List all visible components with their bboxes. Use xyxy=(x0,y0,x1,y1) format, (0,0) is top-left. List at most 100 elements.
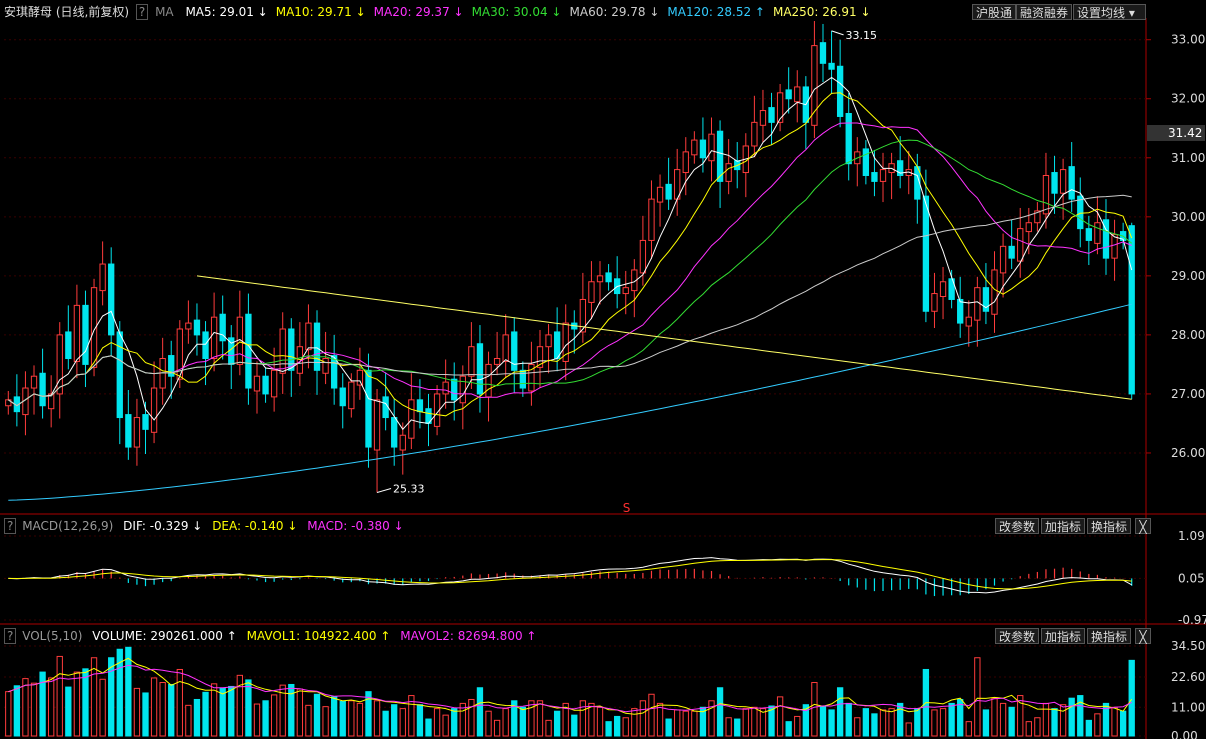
price-tick-label: 28.00 xyxy=(1171,328,1205,342)
help-icon[interactable]: ? xyxy=(135,4,149,20)
volume-bar xyxy=(1094,713,1101,737)
ma-legend-item: MA10: 29.71 ↓ xyxy=(275,5,366,19)
margin-trade-button[interactable]: 融资融券 xyxy=(1016,4,1073,20)
candle-body xyxy=(82,304,89,365)
candle-body xyxy=(1111,234,1118,259)
macd-add-indicator-button[interactable]: 加指标 xyxy=(1041,518,1086,534)
candle-body xyxy=(553,331,561,360)
volume-bar xyxy=(888,708,895,737)
volume-bar xyxy=(99,678,106,737)
set-ma-button[interactable]: 设置均线 ▾ xyxy=(1073,4,1146,20)
candle-body xyxy=(1094,222,1101,244)
volume-bar xyxy=(382,710,389,737)
candle-body xyxy=(1017,228,1024,262)
vol-mavol2: MAVOL2: 82694.800 xyxy=(400,629,523,643)
volume-bar xyxy=(433,708,441,737)
candle-body xyxy=(305,322,312,351)
macd-value: MACD: -0.380 xyxy=(307,519,390,533)
volume-bar xyxy=(270,694,278,737)
candle-body xyxy=(279,328,286,374)
volume-bar xyxy=(897,702,904,737)
vol-header: ? VOL(5,10) VOLUME: 290261.000 ↑ MAVOL1:… xyxy=(4,627,536,645)
candle-body xyxy=(476,343,484,395)
volume-bar xyxy=(399,708,406,737)
candle-body xyxy=(794,86,801,103)
volume-bar xyxy=(785,721,792,737)
volume-bar xyxy=(502,708,509,737)
candle-body xyxy=(468,346,475,377)
candle-body xyxy=(451,378,458,401)
volume-bar xyxy=(416,704,424,737)
candle-body xyxy=(1008,245,1015,259)
candle-body xyxy=(416,399,424,413)
macd-close-icon[interactable]: ╳ xyxy=(1135,518,1151,534)
candle-body xyxy=(1077,195,1084,230)
macd-params-button[interactable]: 改参数 xyxy=(995,518,1040,534)
price-tick-label: 26.00 xyxy=(1171,446,1205,460)
volume-bar xyxy=(1008,706,1015,737)
candle-body xyxy=(759,110,767,126)
volume-bar xyxy=(108,657,115,737)
candle-body xyxy=(991,269,998,315)
volume-bar xyxy=(819,705,827,737)
candle-body xyxy=(202,331,209,360)
candle-body xyxy=(485,363,492,398)
vol-switch-indicator-button[interactable]: 换指标 xyxy=(1087,628,1132,644)
candle-body xyxy=(65,331,72,360)
volume-bar xyxy=(485,710,492,737)
main-header: 安琪酵母 (日线,前复权) ? MA MA5: 29.01 ↓ MA10: 29.… xyxy=(4,3,871,21)
volume-bar xyxy=(142,692,149,737)
candle-body xyxy=(373,399,381,451)
candle-body xyxy=(193,319,201,336)
vol-mavol2-arrow: ↑ xyxy=(526,629,537,643)
volume-bar xyxy=(22,678,29,737)
candle-body xyxy=(502,334,509,362)
candle-body xyxy=(596,275,604,283)
hgt-button[interactable]: 沪股通 xyxy=(972,4,1017,20)
candle-body xyxy=(648,198,655,241)
candle-body xyxy=(725,163,732,182)
candle-body xyxy=(142,414,149,430)
candle-body xyxy=(1059,169,1067,194)
low-marker-line xyxy=(376,488,392,493)
volume-bar xyxy=(168,683,175,737)
candle-body xyxy=(1042,174,1050,215)
candle-body xyxy=(639,239,647,274)
ma-legend-item: MA120: 28.52 ↑ xyxy=(667,5,765,19)
macd-help-icon[interactable]: ? xyxy=(4,518,17,534)
candle-body xyxy=(1025,222,1032,233)
volume-bar xyxy=(219,687,226,737)
candle-body xyxy=(622,287,629,295)
vol-close-icon[interactable]: ╳ xyxy=(1135,628,1151,644)
vol-tick-label: 0.00 xyxy=(1171,729,1198,739)
volume-bar xyxy=(1042,702,1050,737)
candle-body xyxy=(408,399,415,439)
candle-body xyxy=(253,375,261,392)
candle-body xyxy=(245,313,252,389)
candle-body xyxy=(708,133,715,162)
macd-tick-label: -0.97 xyxy=(1178,613,1206,627)
volume-bar xyxy=(356,702,364,737)
volume-bar xyxy=(751,706,758,737)
macd-switch-indicator-button[interactable]: 换指标 xyxy=(1087,518,1132,534)
vol-params-button[interactable]: 改参数 xyxy=(995,628,1040,644)
vol-help-icon[interactable]: ? xyxy=(4,628,17,644)
ma-legend-item: MA60: 29.78 ↓ xyxy=(569,5,660,19)
volume-bar xyxy=(948,702,955,737)
candle-body xyxy=(656,186,664,203)
volume-bar xyxy=(1034,717,1041,737)
volume-bar xyxy=(931,709,938,737)
candle-body xyxy=(862,148,870,176)
macd-title: MACD(12,26,9) xyxy=(22,519,114,533)
vol-add-indicator-button[interactable]: 加指标 xyxy=(1041,628,1086,644)
volume-bar xyxy=(425,718,432,737)
ma-legend-item: MA20: 29.37 ↓ xyxy=(373,5,464,19)
volume-bar xyxy=(125,646,132,737)
macd-dea: DEA: -0.140 xyxy=(212,519,284,533)
candle-body xyxy=(133,417,141,448)
candle-body xyxy=(1128,225,1135,395)
candle-body xyxy=(339,387,346,407)
vol-tick-label: 34.50 xyxy=(1171,639,1205,653)
set-ma-label: 设置均线 xyxy=(1077,6,1126,20)
volume-bar xyxy=(442,714,449,737)
